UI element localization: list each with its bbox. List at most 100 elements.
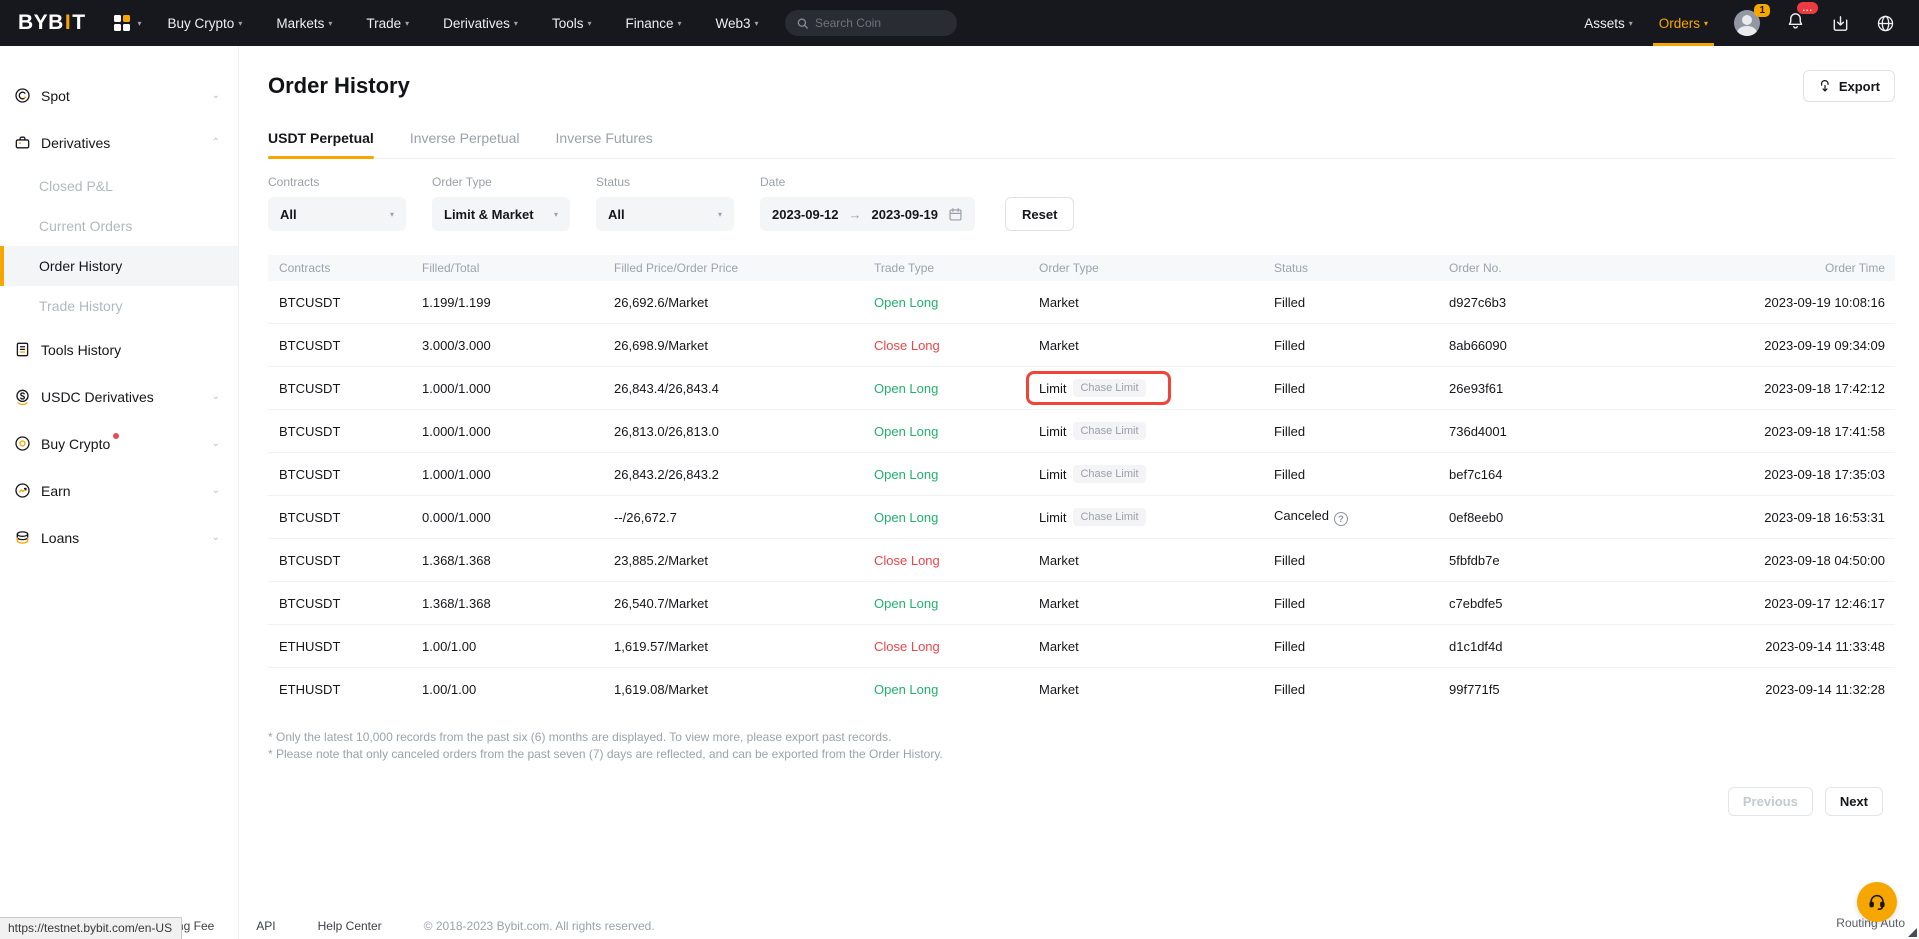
sidebar-item-spot[interactable]: Spot ⌄ — [0, 72, 238, 119]
search-input[interactable] — [815, 16, 945, 30]
cell-contracts: BTCUSDT — [279, 467, 422, 482]
earn-icon — [14, 482, 31, 499]
column-header-filled-total: Filled/Total — [422, 261, 614, 275]
sidebar-item-current-orders[interactable]: Current Orders — [0, 206, 238, 246]
chevron-down-icon: ▾ — [678, 19, 682, 28]
arrow-right-icon: → — [849, 207, 862, 222]
nav-finance[interactable]: Finance ▾ — [625, 16, 681, 31]
footer-link-help-center[interactable]: Help Center — [318, 919, 382, 933]
sidebar-item-label: Current Orders — [39, 218, 132, 234]
cell-order-no: 8ab66090 — [1449, 338, 1689, 353]
nav-tools[interactable]: Tools ▾ — [552, 16, 592, 31]
sidebar-item-label: Closed P&L — [39, 178, 113, 194]
reset-button[interactable]: Reset — [1005, 197, 1074, 231]
cell-order-time: 2023-09-17 12:46:17 — [1689, 596, 1885, 611]
table-row: BTCUSDT1.368/1.36826,540.7/MarketOpen Lo… — [268, 582, 1895, 625]
download-icon — [1831, 14, 1850, 33]
download-button[interactable] — [1831, 14, 1850, 33]
contracts-filter-select[interactable]: All ▾ — [268, 197, 406, 231]
table-row: BTCUSDT1.000/1.00026,843.4/26,843.4Open … — [268, 367, 1895, 410]
sidebar-item-trade-history[interactable]: Trade History — [0, 286, 238, 326]
chevron-down-icon: ⌄ — [212, 438, 220, 449]
status-value: Filled — [1274, 295, 1305, 310]
nav-orders[interactable]: Orders▾ — [1659, 0, 1708, 46]
chevron-down-icon: ▾ — [554, 210, 558, 219]
logo-text-2: T — [72, 11, 85, 35]
column-header-status: Status — [1274, 261, 1449, 275]
nav-buy-crypto[interactable]: Buy Crypto ▾ — [168, 16, 243, 31]
nav-web3[interactable]: Web3 ▾ — [716, 16, 759, 31]
cell-trade-type: Close Long — [874, 338, 1039, 353]
cell-order-type: LimitChase Limit — [1039, 422, 1274, 440]
sidebar-item-tools-history[interactable]: Tools History — [0, 326, 238, 373]
coin-search-box[interactable] — [785, 10, 957, 36]
sidebar: Spot ⌄ Derivatives ⌃ Closed P&L Current … — [0, 46, 239, 939]
sidebar-item-label: USDC Derivatives — [41, 389, 154, 405]
support-chat-button[interactable] — [1857, 882, 1897, 922]
help-icon[interactable]: ? — [1334, 512, 1348, 526]
nav-derivatives[interactable]: Derivatives ▾ — [443, 16, 518, 31]
bybit-logo[interactable]: BYBIT — [18, 11, 86, 35]
sidebar-item-closed-pnl[interactable]: Closed P&L — [0, 166, 238, 206]
chevron-down-icon: ▾ — [1704, 19, 1708, 28]
chase-limit-tag: Chase Limit — [1073, 465, 1145, 483]
sidebar-item-order-history[interactable]: Order History — [0, 246, 238, 286]
loans-icon — [14, 529, 31, 546]
sidebar-item-loans[interactable]: Loans ⌄ — [0, 514, 238, 561]
sidebar-item-earn[interactable]: Earn ⌄ — [0, 467, 238, 514]
cell-contracts: BTCUSDT — [279, 553, 422, 568]
table-row: BTCUSDT1.000/1.00026,843.2/26,843.2Open … — [268, 453, 1895, 496]
cell-price: 26,692.6/Market — [614, 295, 874, 310]
order-type-filter-select[interactable]: Limit & Market ▾ — [432, 197, 570, 231]
chase-limit-tag: Chase Limit — [1073, 508, 1145, 526]
previous-page-button[interactable]: Previous — [1728, 787, 1813, 816]
sidebar-item-derivatives[interactable]: Derivatives ⌃ — [0, 119, 238, 166]
cell-trade-type: Open Long — [874, 596, 1039, 611]
usdc-derivatives-icon — [14, 388, 31, 405]
status-value: Filled — [1274, 381, 1305, 396]
notifications-button[interactable]: ... — [1786, 11, 1805, 35]
cell-trade-type: Open Long — [874, 510, 1039, 525]
order-type-value: Limit — [1039, 424, 1066, 439]
cell-price: 1,619.57/Market — [614, 639, 874, 654]
order-type-value: Limit — [1039, 381, 1066, 396]
tab-inverse-futures[interactable]: Inverse Futures — [556, 130, 653, 158]
cell-status: Filled — [1274, 338, 1449, 353]
chevron-down-icon: ⌄ — [212, 532, 220, 543]
nav-assets[interactable]: Assets▾ — [1584, 0, 1633, 46]
apps-grid-button[interactable]: ▾ — [114, 15, 142, 31]
sidebar-item-usdc-derivatives[interactable]: USDC Derivatives ⌄ — [0, 373, 238, 420]
table-row: BTCUSDT1.199/1.19926,692.6/MarketOpen Lo… — [268, 281, 1895, 324]
nav-trade[interactable]: Trade ▾ — [366, 16, 409, 31]
tab-inverse-perpetual[interactable]: Inverse Perpetual — [410, 130, 520, 158]
cell-filled-total: 1.00/1.00 — [422, 639, 614, 654]
footer-link-api[interactable]: API — [256, 919, 275, 933]
chevron-down-icon: ▾ — [138, 19, 142, 28]
language-button[interactable] — [1876, 14, 1895, 33]
order-type-filter-label: Order Type — [432, 175, 570, 189]
tab-usdt-perpetual[interactable]: USDT Perpetual — [268, 130, 374, 158]
date-range-picker[interactable]: 2023-09-12 → 2023-09-19 — [760, 197, 975, 231]
column-header-filled-price-order-price: Filled Price/Order Price — [614, 261, 874, 275]
resize-handle[interactable] — [1908, 928, 1917, 937]
order-type-wrap: Market — [1039, 682, 1079, 697]
cell-trade-type: Open Long — [874, 467, 1039, 482]
cell-order-time: 2023-09-19 09:34:09 — [1689, 338, 1885, 353]
status-value: Filled — [1274, 596, 1305, 611]
sidebar-item-buy-crypto[interactable]: Buy Crypto ⌄ — [0, 420, 238, 467]
user-avatar[interactable]: 1 — [1734, 10, 1760, 36]
next-page-button[interactable]: Next — [1825, 787, 1883, 816]
nav-markets[interactable]: Markets ▾ — [276, 16, 332, 31]
tab-bar: USDT Perpetual Inverse Perpetual Inverse F… — [268, 130, 1895, 159]
sidebar-item-label: Loans — [41, 530, 79, 546]
status-filter-select[interactable]: All ▾ — [596, 197, 734, 231]
nav-label: Web3 — [716, 16, 751, 31]
export-button[interactable]: Export — [1803, 70, 1895, 102]
order-type-value: Market — [1039, 295, 1079, 310]
cell-filled-total: 0.000/1.000 — [422, 510, 614, 525]
order-type-value: Market — [1039, 553, 1079, 568]
sidebar-item-label: Earn — [41, 483, 71, 499]
cell-order-no: 26e93f61 — [1449, 381, 1689, 396]
chase-limit-tag: Chase Limit — [1073, 379, 1145, 397]
cell-filled-total: 1.00/1.00 — [422, 682, 614, 697]
